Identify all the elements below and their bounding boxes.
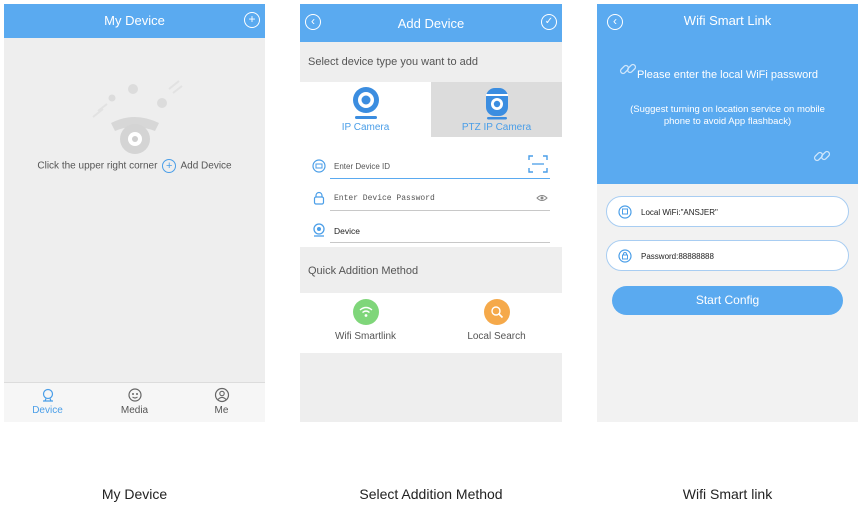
ptz-camera-icon bbox=[485, 88, 508, 120]
tab-media[interactable]: Media bbox=[91, 383, 178, 422]
device-name-row: Device bbox=[312, 215, 550, 245]
confirm-button[interactable]: ✓ bbox=[541, 14, 557, 30]
empty-hint-prefix: Click the upper right corner bbox=[37, 160, 158, 172]
empty-hint-suffix: Add Device bbox=[180, 160, 232, 172]
id-icon bbox=[312, 159, 326, 173]
tab-label: Media bbox=[120, 405, 149, 416]
local-wifi-field[interactable]: Local WiFi:"ANSJER" bbox=[606, 196, 849, 227]
wifi-smart-link-screen: ‹ Wifi Smart Link Please enter the local… bbox=[597, 4, 858, 422]
wifi-icon bbox=[352, 299, 379, 325]
option-label: Local Search bbox=[467, 331, 526, 342]
select-type-label: Select device type you want to add bbox=[308, 56, 478, 68]
bottom-tab-bar: Device Media Me bbox=[4, 382, 265, 422]
header: ‹ Add Device ✓ bbox=[300, 4, 562, 42]
quick-addition-header: Quick Addition Method bbox=[300, 247, 562, 293]
tab-device[interactable]: Device bbox=[4, 383, 91, 422]
scan-qr-icon[interactable] bbox=[528, 155, 548, 173]
caption-wifi-smart-link: Wifi Smart link bbox=[682, 486, 773, 502]
wifi-smartlink-option[interactable]: Wifi Smartlink bbox=[300, 293, 431, 353]
wifi-password-value: Password:88888888 bbox=[641, 252, 714, 261]
my-device-screen: My Device + Click the upper right corner… bbox=[4, 4, 265, 422]
tab-me[interactable]: Me bbox=[178, 383, 265, 422]
device-type-selector: IP Camera PTZ IP Camera bbox=[300, 82, 562, 137]
device-name-input[interactable]: Device bbox=[330, 217, 550, 243]
tab-label: Device bbox=[32, 405, 63, 416]
lock-icon bbox=[313, 191, 325, 205]
local-wifi-value: Local WiFi:"ANSJER" bbox=[641, 208, 718, 217]
option-label: Wifi Smartlink bbox=[334, 331, 397, 342]
caption-select-addition-method: Select Addition Method bbox=[359, 486, 503, 502]
link-icon bbox=[619, 63, 637, 75]
caption-my-device: My Device bbox=[101, 486, 168, 502]
wifi-password-field[interactable]: Password:88888888 bbox=[606, 240, 849, 271]
start-config-button[interactable]: Start Config bbox=[612, 286, 843, 315]
wifi-prompt: Please enter the local WiFi password bbox=[637, 69, 818, 81]
page-title: Wifi Smart Link bbox=[683, 13, 772, 28]
ip-camera-icon bbox=[352, 87, 379, 119]
wifi-field-icon bbox=[618, 205, 632, 219]
device-form: Enter Device ID Enter Device Password De… bbox=[300, 137, 562, 247]
page-title: My Device bbox=[104, 13, 165, 28]
media-icon bbox=[127, 388, 142, 402]
type-ip-camera[interactable]: IP Camera bbox=[300, 82, 431, 137]
quick-addition-options: Wifi Smartlink Local Search bbox=[300, 293, 562, 353]
empty-hint: Click the upper right corner + Add Devic… bbox=[4, 159, 265, 173]
camera-small-icon bbox=[313, 223, 325, 237]
type-ptz-camera[interactable]: PTZ IP Camera bbox=[431, 82, 562, 137]
device-icon bbox=[42, 388, 53, 402]
device-id-row: Enter Device ID bbox=[312, 151, 550, 181]
user-icon bbox=[214, 387, 229, 403]
lock-icon bbox=[618, 249, 632, 263]
type-label: PTZ IP Camera bbox=[461, 122, 532, 133]
add-device-screen: ‹ Add Device ✓ Select device type you wa… bbox=[300, 4, 562, 422]
location-note: (Suggest turning on location service on … bbox=[630, 104, 825, 127]
tab-label: Me bbox=[214, 405, 229, 416]
device-id-input[interactable]: Enter Device ID bbox=[330, 153, 550, 179]
quick-addition-label: Quick Addition Method bbox=[308, 265, 419, 277]
device-password-input[interactable]: Enter Device Password bbox=[330, 185, 550, 211]
device-password-row: Enter Device Password bbox=[312, 183, 550, 213]
wifi-header-panel: ‹ Wifi Smart Link Please enter the local… bbox=[597, 4, 858, 184]
plus-circle-icon: + bbox=[162, 159, 177, 173]
empty-camera-illustration bbox=[92, 80, 183, 154]
add-device-button[interactable]: + bbox=[244, 12, 260, 28]
page-title: Add Device bbox=[397, 16, 465, 31]
search-icon bbox=[483, 299, 510, 325]
header: My Device + bbox=[4, 4, 265, 38]
eye-icon[interactable] bbox=[536, 194, 548, 202]
link-icon bbox=[813, 150, 831, 162]
local-search-option[interactable]: Local Search bbox=[431, 293, 562, 353]
type-label: IP Camera bbox=[341, 122, 390, 133]
